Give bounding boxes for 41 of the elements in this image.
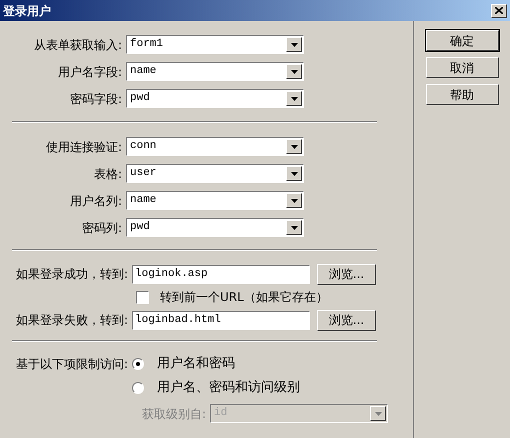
field-label: 基于以下项限制访问: <box>15 356 130 373</box>
dialog-button[interactable]: 取消 <box>426 57 498 78</box>
dropdown-value: pwd <box>129 220 151 236</box>
close-icon <box>495 7 503 14</box>
url-field[interactable]: loginbad.html <box>132 310 310 330</box>
url-field[interactable]: loginok.asp <box>132 264 310 284</box>
checkbox-label: 转到前一个URL（如果它存在） <box>160 289 328 306</box>
dropdown-value: name <box>129 193 158 208</box>
field-label: 表格: <box>92 166 123 182</box>
field-label: 用户名列: <box>68 192 123 210</box>
dropdown[interactable]: form1 <box>126 35 304 54</box>
window-title: 登录用户 <box>3 2 51 20</box>
dropdown-value: pwd <box>129 91 151 106</box>
dropdown[interactable]: user <box>126 164 304 183</box>
browse-button[interactable]: 浏览... <box>317 310 376 330</box>
field-label: 密码字段: <box>68 90 123 108</box>
dropdown[interactable]: pwd <box>126 218 304 237</box>
dropdown[interactable]: name <box>126 62 304 81</box>
field-label: 用户名字段: <box>56 64 123 80</box>
browse-button[interactable]: 浏览... <box>317 264 376 284</box>
dropdown[interactable]: pwd <box>126 89 304 108</box>
field-label: 从表单获取输入: <box>32 36 123 54</box>
radio-label: 用户名、密码和访问级别 <box>157 379 300 398</box>
dropdown-value: conn <box>129 139 158 154</box>
dropdown[interactable]: conn <box>126 137 304 156</box>
dropdown[interactable]: name <box>126 191 304 210</box>
close-button[interactable] <box>491 4 507 18</box>
field-label: 密码列: <box>80 220 123 236</box>
field-label: 使用连接验证: <box>44 138 123 156</box>
radio-label: 用户名和密码 <box>157 355 235 374</box>
dropdown-value: user <box>129 166 158 182</box>
dialog-button[interactable]: 确定 <box>426 30 498 51</box>
dropdown-value: name <box>129 64 158 80</box>
field-label: 获取级别自: <box>140 406 207 422</box>
radio-button[interactable] <box>132 382 144 394</box>
field-label: 如果登录失败，转到: <box>15 312 130 329</box>
dropdown-value: form1 <box>129 37 164 52</box>
radio-button[interactable] <box>132 358 144 370</box>
checkbox[interactable] <box>136 290 149 304</box>
dialog-button[interactable]: 帮助 <box>426 84 498 105</box>
field-label: 如果登录成功，转到: <box>15 266 130 283</box>
